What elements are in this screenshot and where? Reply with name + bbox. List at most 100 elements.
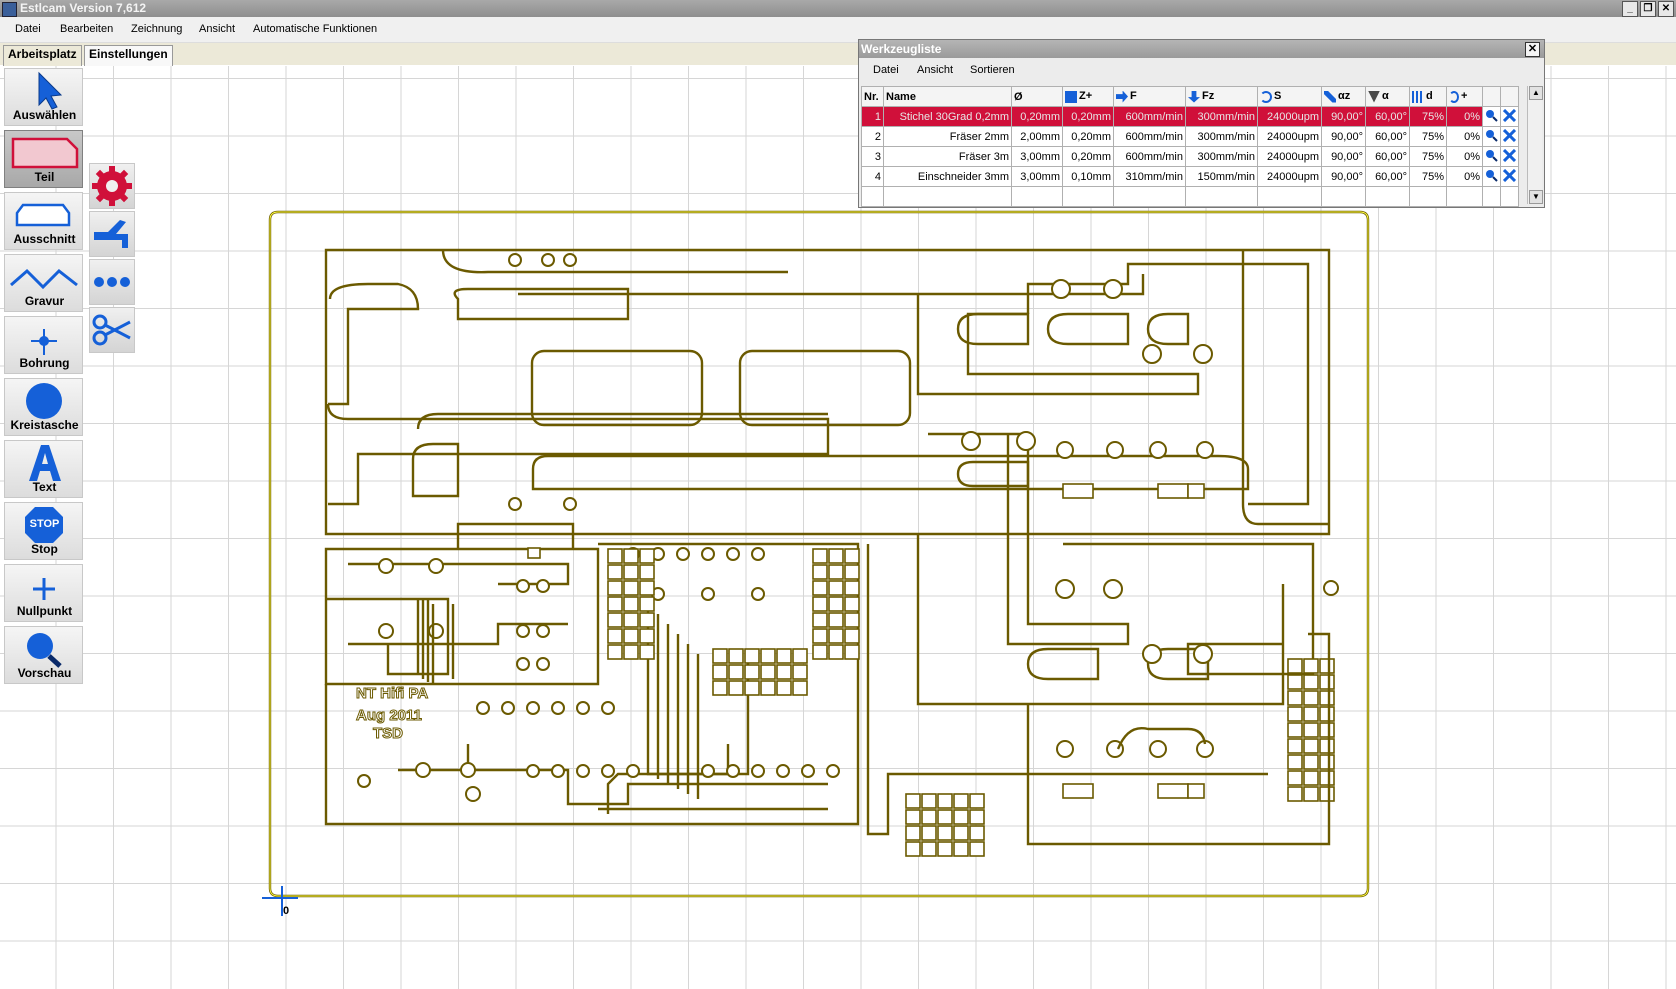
col-extra[interactable]: + bbox=[1446, 86, 1483, 107]
cell-name[interactable]: Einschneider 3mm bbox=[883, 166, 1012, 187]
col-angle[interactable]: α bbox=[1365, 86, 1410, 107]
cell-angle[interactable]: 60,00° bbox=[1365, 126, 1410, 147]
cell-stepover[interactable]: 75% bbox=[1409, 126, 1447, 147]
col-stepover[interactable]: d bbox=[1409, 86, 1447, 107]
col-name[interactable]: Name bbox=[883, 86, 1012, 107]
cell-z-plus[interactable]: 0,20mm bbox=[1062, 106, 1114, 127]
table-row[interactable]: 2 Fräser 2mm 2,00mm 0,20mm 600mm/min 300… bbox=[861, 126, 1519, 147]
menu-ansicht[interactable]: Ansicht bbox=[199, 23, 235, 35]
cell-speed[interactable]: 24000upm bbox=[1257, 166, 1322, 187]
cell-z-plus[interactable]: 0,20mm bbox=[1062, 126, 1114, 147]
tool-preview-button[interactable]: Vorschau bbox=[4, 626, 83, 684]
col-nr[interactable]: Nr. bbox=[861, 86, 884, 107]
col-feed[interactable]: F bbox=[1113, 86, 1186, 107]
tool-list-title-bar[interactable]: Werkzeugliste ✕ bbox=[859, 40, 1544, 58]
cell-z-plus[interactable]: 0,20mm bbox=[1062, 146, 1114, 167]
cell-feed[interactable]: 600mm/min bbox=[1113, 146, 1186, 167]
tool-select-button[interactable]: Auswählen bbox=[4, 68, 83, 126]
cell-feed-z[interactable]: 300mm/min bbox=[1185, 106, 1258, 127]
tool-circle-pocket-button[interactable]: Kreistasche bbox=[4, 378, 83, 436]
origin-label: 0 bbox=[283, 905, 290, 917]
cell-name[interactable]: Fräser 3m bbox=[883, 146, 1012, 167]
cell-angle-z[interactable]: 90,00° bbox=[1321, 146, 1366, 167]
col-z-plus[interactable]: Z+ bbox=[1062, 86, 1114, 107]
row-delete-button[interactable] bbox=[1500, 166, 1519, 187]
cell-extra[interactable]: 0% bbox=[1446, 146, 1483, 167]
table-row-empty[interactable] bbox=[861, 186, 1519, 207]
menu-automatische-funktionen[interactable]: Automatische Funktionen bbox=[253, 23, 377, 35]
cell-feed-z[interactable]: 300mm/min bbox=[1185, 146, 1258, 167]
tab-arbeitsplatz[interactable]: Arbeitsplatz bbox=[3, 45, 82, 66]
cell-diameter[interactable]: 3,00mm bbox=[1011, 146, 1063, 167]
col-angle-z[interactable]: αz bbox=[1321, 86, 1366, 107]
tool-drill-button[interactable]: Bohrung bbox=[4, 316, 83, 374]
cell-feed[interactable]: 310mm/min bbox=[1113, 166, 1186, 187]
tool-list-scrollbar[interactable]: ▲ ▼ bbox=[1527, 86, 1543, 204]
tool-list-menu-ansicht[interactable]: Ansicht bbox=[917, 64, 953, 76]
cell-name[interactable]: Fräser 2mm bbox=[883, 126, 1012, 147]
cell-diameter[interactable]: 2,00mm bbox=[1011, 126, 1063, 147]
settings-gear-button[interactable] bbox=[89, 163, 135, 209]
col-feed-z[interactable]: Fz bbox=[1185, 86, 1258, 107]
tool-list-menu-datei[interactable]: Datei bbox=[873, 64, 899, 76]
row-search-button[interactable] bbox=[1482, 166, 1501, 187]
cell-stepover[interactable]: 75% bbox=[1409, 166, 1447, 187]
cell-z-plus[interactable]: 0,10mm bbox=[1062, 166, 1114, 187]
cell-feed-z[interactable]: 150mm/min bbox=[1185, 166, 1258, 187]
cell-diameter[interactable]: 3,00mm bbox=[1011, 166, 1063, 187]
tool-engrave-button[interactable]: Gravur bbox=[4, 254, 83, 312]
cell-feed[interactable]: 600mm/min bbox=[1113, 106, 1186, 127]
more-options-button[interactable] bbox=[89, 259, 135, 305]
cell-extra[interactable]: 0% bbox=[1446, 166, 1483, 187]
cell-angle-z[interactable]: 90,00° bbox=[1321, 106, 1366, 127]
cell-extra[interactable]: 0% bbox=[1446, 126, 1483, 147]
cell-speed[interactable]: 24000upm bbox=[1257, 106, 1322, 127]
cell-stepover[interactable]: 75% bbox=[1409, 106, 1447, 127]
row-delete-button[interactable] bbox=[1500, 106, 1519, 127]
menu-zeichnung[interactable]: Zeichnung bbox=[131, 23, 182, 35]
v-bit-icon bbox=[1368, 90, 1380, 103]
table-row[interactable]: 1 Stichel 30Grad 0,2mm 0,20mm 0,20mm 600… bbox=[861, 106, 1519, 127]
menu-bearbeiten[interactable]: Bearbeiten bbox=[60, 23, 113, 35]
row-delete-button[interactable] bbox=[1500, 126, 1519, 147]
cell-angle[interactable]: 60,00° bbox=[1365, 166, 1410, 187]
gear-icon bbox=[92, 166, 132, 206]
cell-speed[interactable]: 24000upm bbox=[1257, 126, 1322, 147]
col-diameter[interactable]: Ø bbox=[1011, 86, 1063, 107]
cell-extra[interactable]: 0% bbox=[1446, 106, 1483, 127]
close-button[interactable]: ✕ bbox=[1658, 1, 1674, 17]
tool-list-close-button[interactable]: ✕ bbox=[1525, 42, 1540, 57]
tool-stop-button[interactable]: STOP Stop bbox=[4, 502, 83, 560]
cell-name[interactable]: Stichel 30Grad 0,2mm bbox=[883, 106, 1012, 127]
cell-angle[interactable]: 60,00° bbox=[1365, 146, 1410, 167]
row-search-button[interactable] bbox=[1482, 106, 1501, 127]
cell-diameter[interactable]: 0,20mm bbox=[1011, 106, 1063, 127]
scroll-down-icon[interactable]: ▼ bbox=[1529, 190, 1543, 204]
table-row[interactable]: 3 Fräser 3m 3,00mm 0,20mm 600mm/min 300m… bbox=[861, 146, 1519, 167]
row-delete-button[interactable] bbox=[1500, 146, 1519, 167]
cell-stepover[interactable]: 75% bbox=[1409, 146, 1447, 167]
delete-x-icon bbox=[1502, 108, 1517, 122]
tool-cutout-button[interactable]: Ausschnitt bbox=[4, 192, 83, 250]
tool-part-button[interactable]: Teil bbox=[4, 130, 83, 188]
col-speed[interactable]: S bbox=[1257, 86, 1322, 107]
restore-button[interactable]: ❐ bbox=[1640, 1, 1656, 17]
cell-angle-z[interactable]: 90,00° bbox=[1321, 126, 1366, 147]
tab-bridge-button[interactable] bbox=[89, 211, 135, 257]
table-row[interactable]: 4 Einschneider 3mm 3,00mm 0,10mm 310mm/m… bbox=[861, 166, 1519, 187]
scroll-up-icon[interactable]: ▲ bbox=[1529, 86, 1543, 100]
tab-einstellungen[interactable]: Einstellungen bbox=[84, 45, 173, 66]
minimize-button[interactable]: _ bbox=[1622, 1, 1638, 17]
tool-list-menu-sortieren[interactable]: Sortieren bbox=[970, 64, 1015, 76]
cell-feed[interactable]: 600mm/min bbox=[1113, 126, 1186, 147]
row-search-button[interactable] bbox=[1482, 126, 1501, 147]
menu-datei[interactable]: Datei bbox=[15, 23, 41, 35]
cut-button[interactable] bbox=[89, 307, 135, 353]
cell-angle[interactable]: 60,00° bbox=[1365, 106, 1410, 127]
cell-feed-z[interactable]: 300mm/min bbox=[1185, 126, 1258, 147]
cell-speed[interactable]: 24000upm bbox=[1257, 146, 1322, 167]
cell-angle-z[interactable]: 90,00° bbox=[1321, 166, 1366, 187]
tool-zero-point-button[interactable]: Nullpunkt bbox=[4, 564, 83, 622]
tool-text-button[interactable]: Text bbox=[4, 440, 83, 498]
row-search-button[interactable] bbox=[1482, 146, 1501, 167]
